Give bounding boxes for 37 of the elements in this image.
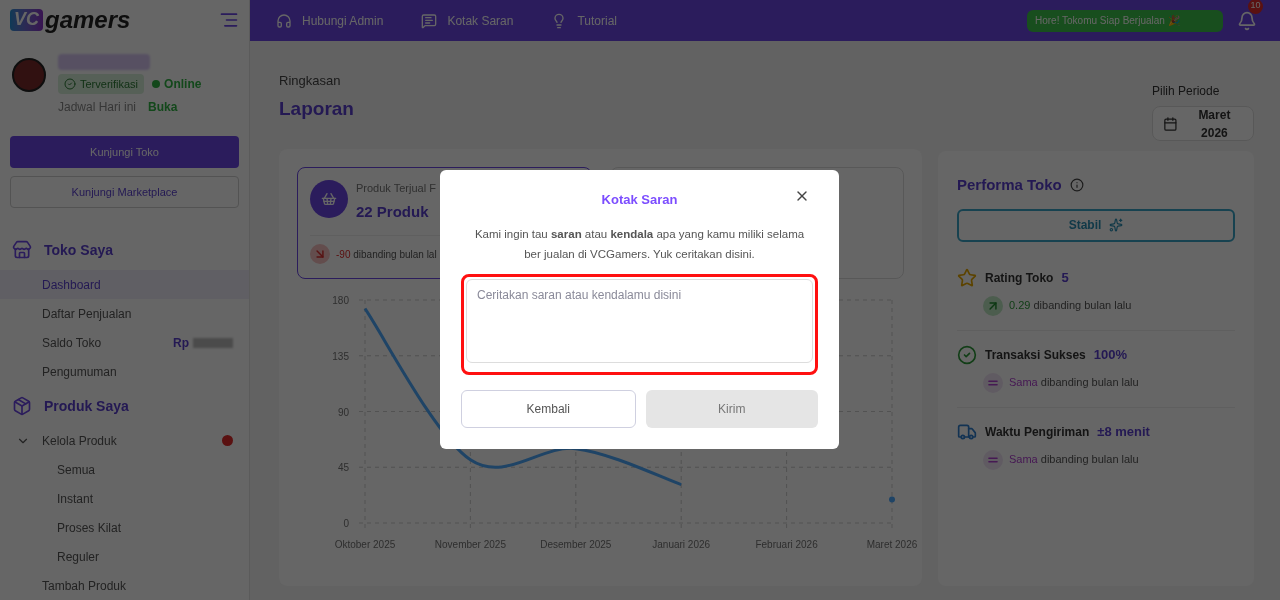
trend-text: 0.29 dibanding bulan lalu xyxy=(1009,298,1132,314)
trend-text: -90 dibanding bulan lal xyxy=(336,247,437,262)
ready-banner: Hore! Tokomu Siap Berjualan 🎉 xyxy=(1027,9,1223,32)
sidebar-item-label: Kelola Produk xyxy=(42,432,117,450)
sidebar-item-label: Dashboard xyxy=(42,276,101,294)
y-tick-label: 135 xyxy=(332,350,349,362)
page-title: Laporan xyxy=(279,96,354,121)
verified-badge: Terverifikasi xyxy=(58,73,145,94)
dialog-title: Kotak Saran xyxy=(601,191,678,210)
metric-value: 5 xyxy=(1061,268,1069,287)
balance-currency: Rp xyxy=(173,334,189,352)
status-text: Online xyxy=(164,75,202,93)
x-tick-label: Februari 2026 xyxy=(755,539,818,550)
metric-value: ±8 menit xyxy=(1097,422,1150,441)
logo-mark: VC xyxy=(10,8,43,31)
metric-label: Rating Toko xyxy=(985,269,1054,287)
dialog-message: Kami ingin tau saran atau kendala apa yang kamu miliki selama ber jualan di VCGamers. Yuk ceritakan disini. xyxy=(473,227,806,262)
period-label: Pilih Periode xyxy=(1152,83,1221,100)
logo-wordmark: gamers xyxy=(45,7,131,32)
sidebar-item-label: Daftar Penjualan xyxy=(42,305,132,323)
stat-value: 22 Produk xyxy=(356,201,430,222)
sidebar-item-label: Saldo Toko xyxy=(42,334,102,352)
sidebar-item-label: Pengumuman xyxy=(42,363,117,381)
y-tick-label: 45 xyxy=(337,462,349,474)
performance-title: Performa Toko xyxy=(957,175,1062,195)
metric-value: 100% xyxy=(1093,345,1127,364)
status-banner: Stabil xyxy=(957,208,1235,242)
notification-count: 10 xyxy=(1248,0,1263,14)
trend-text: Sama dibanding bulan lalu xyxy=(1009,375,1139,391)
section-title: Toko Saya xyxy=(44,240,113,260)
page-subtitle: Ringkasan xyxy=(279,72,342,90)
trend-text: Sama dibanding bulan lalu xyxy=(1009,452,1139,468)
schedule-value: Buka xyxy=(148,99,178,116)
sidebar-item-label: Tambah Produk xyxy=(42,577,127,595)
metric-label: Transaksi Sukses xyxy=(985,346,1086,364)
section-title: Produk Saya xyxy=(44,396,129,416)
metric-label: Waktu Pengiriman xyxy=(985,423,1090,441)
